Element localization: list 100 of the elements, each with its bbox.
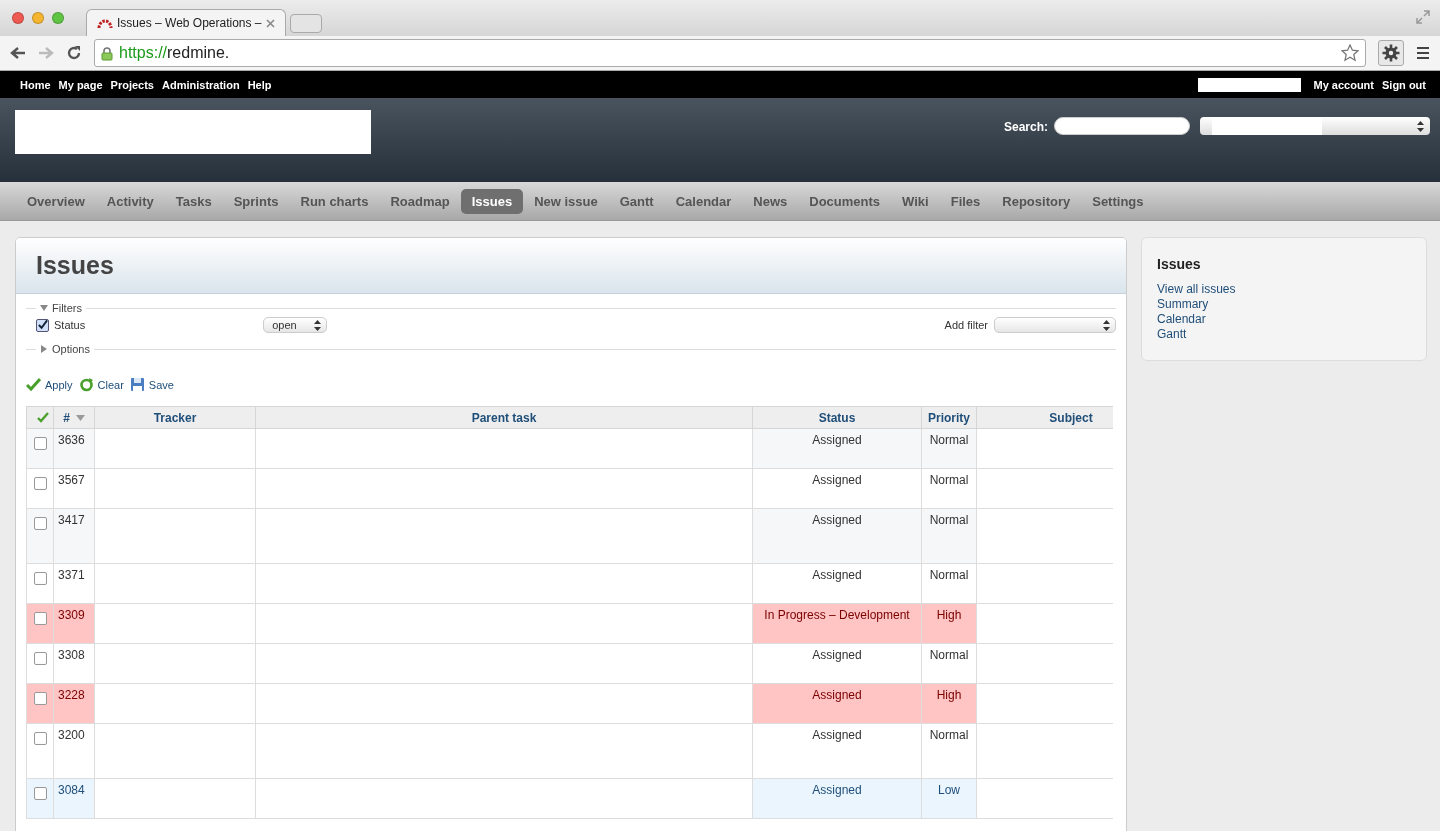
- priority-cell: High: [936, 608, 962, 622]
- back-icon[interactable]: [10, 46, 26, 60]
- priority-cell: Normal: [929, 728, 969, 742]
- check-icon: [26, 377, 41, 392]
- row-checkbox[interactable]: [33, 652, 47, 665]
- sidebar-link[interactable]: Gantt: [1157, 327, 1411, 342]
- row-checkbox[interactable]: [33, 612, 47, 625]
- page-title: Issues: [36, 251, 114, 280]
- menu-tab[interactable]: Settings: [1081, 188, 1155, 214]
- menu-tab[interactable]: Gantt: [608, 188, 665, 214]
- top-menu-link[interactable]: Projects: [110, 78, 154, 91]
- menu-tab[interactable]: Tasks: [164, 188, 223, 214]
- new-tab-button[interactable]: [290, 14, 322, 33]
- checkbox[interactable]: [36, 318, 49, 332]
- menu-tab[interactable]: Issues: [460, 188, 524, 214]
- menu-tab[interactable]: Roadmap: [379, 188, 461, 214]
- issue-id: 3636: [58, 433, 85, 447]
- add-filter-label: Add filter: [944, 319, 988, 331]
- column-header[interactable]: Subject: [976, 406, 1113, 429]
- triangle-down-icon: [40, 304, 48, 312]
- updown-arrows-icon: [1417, 120, 1424, 132]
- menu-tab[interactable]: News: [742, 188, 799, 214]
- column-header[interactable]: Priority: [921, 406, 977, 429]
- sidebar-link[interactable]: Summary: [1157, 297, 1411, 312]
- menu-tab[interactable]: Sprints: [222, 188, 290, 214]
- triangle-right-icon: [40, 345, 48, 353]
- sidebar-link[interactable]: Calendar: [1157, 312, 1411, 327]
- browser-tab[interactable]: Issues – Web Operations –: [86, 9, 286, 36]
- fullscreen-icon[interactable]: [1416, 10, 1430, 24]
- priority-cell: Normal: [929, 513, 969, 527]
- row-checkbox[interactable]: [33, 517, 47, 530]
- sidebar-title: Issues: [1157, 256, 1202, 272]
- menu-tab[interactable]: Files: [939, 188, 992, 214]
- status-cell: In Progress – Development: [764, 608, 910, 622]
- table-row[interactable]: 3200 Assigned Normal: [26, 723, 1113, 779]
- menu-tab[interactable]: New issue: [523, 188, 609, 214]
- table-row[interactable]: 3417 Assigned Normal: [26, 508, 1113, 564]
- issue-id: 3228: [58, 688, 85, 702]
- table-row[interactable]: 3636 Assigned Normal: [26, 428, 1113, 469]
- top-menu-link[interactable]: My page: [58, 78, 103, 91]
- settings-button[interactable]: [1378, 40, 1404, 66]
- action-link[interactable]: Apply: [26, 377, 73, 392]
- row-checkbox[interactable]: [33, 732, 47, 745]
- fieldset-legend[interactable]: Options: [36, 343, 94, 355]
- add-filter-select[interactable]: [994, 317, 1116, 333]
- menu-tab[interactable]: Activity: [95, 188, 165, 214]
- close-icon[interactable]: [265, 18, 275, 28]
- settings-icon: [1382, 44, 1400, 62]
- table-row[interactable]: 3084 Assigned Low: [26, 778, 1113, 819]
- status-cell: Assigned: [812, 688, 862, 702]
- window-control-button[interactable]: [32, 12, 44, 24]
- action-link[interactable]: Clear: [78, 377, 124, 392]
- star-icon[interactable]: [1341, 44, 1359, 62]
- filter-select[interactable]: open: [263, 317, 328, 333]
- issue-id: 3084: [58, 783, 85, 797]
- table-row[interactable]: 3371 Assigned Normal: [26, 563, 1113, 604]
- row-checkbox[interactable]: [33, 572, 47, 585]
- top-menu-link[interactable]: Sign out: [1382, 78, 1426, 91]
- action-link[interactable]: Save: [129, 377, 174, 392]
- address-bar[interactable]: https://redmine.: [94, 39, 1366, 67]
- top-menu-link[interactable]: My account: [1313, 78, 1374, 91]
- menu-tab[interactable]: Calendar: [664, 188, 743, 214]
- window-control-button[interactable]: [12, 12, 24, 24]
- menu-tab[interactable]: Documents: [798, 188, 892, 214]
- filter-label: Status: [54, 319, 86, 331]
- sidebar-link[interactable]: View all issues: [1157, 282, 1411, 297]
- column-header[interactable]: Tracker: [94, 406, 256, 429]
- status-cell: Assigned: [812, 513, 862, 527]
- row-checkbox[interactable]: [33, 787, 47, 800]
- priority-cell: Normal: [929, 568, 969, 582]
- menu-tab[interactable]: Repository: [991, 188, 1082, 214]
- search-label: Search:: [1003, 120, 1048, 134]
- menu-icon[interactable]: [1416, 46, 1430, 60]
- reload-icon[interactable]: [66, 45, 82, 61]
- row-checkbox[interactable]: [33, 692, 47, 705]
- table-row[interactable]: 3228 Assigned High: [26, 683, 1113, 724]
- select-all-header[interactable]: [26, 406, 54, 429]
- priority-cell: High: [936, 688, 962, 702]
- status-cell: Assigned: [812, 728, 862, 742]
- issue-id: 3200: [58, 728, 85, 742]
- menu-tab[interactable]: Overview: [16, 188, 96, 214]
- top-menu-link[interactable]: Administration: [162, 78, 240, 91]
- search-field[interactable]: [1054, 117, 1190, 135]
- status-cell: Assigned: [812, 648, 862, 662]
- column-header[interactable]: Parent task: [255, 406, 753, 429]
- refresh-icon: [78, 377, 94, 392]
- window-control-button[interactable]: [52, 12, 64, 24]
- top-menu-link[interactable]: Help: [247, 78, 272, 91]
- row-checkbox[interactable]: [33, 477, 47, 490]
- table-row[interactable]: 3308 Assigned Normal: [26, 643, 1113, 684]
- row-checkbox[interactable]: [33, 437, 47, 450]
- fieldset-legend[interactable]: Filters: [36, 302, 86, 314]
- menu-tab[interactable]: Wiki: [891, 188, 940, 214]
- column-header[interactable]: Status: [752, 406, 922, 429]
- table-row[interactable]: 3309 In Progress – Development High: [26, 603, 1113, 644]
- column-header[interactable]: #: [53, 406, 95, 429]
- menu-tab[interactable]: Run charts: [289, 188, 380, 214]
- top-menu-link[interactable]: Home: [20, 78, 51, 91]
- table-row[interactable]: 3567 Assigned Normal: [26, 468, 1113, 509]
- forward-icon[interactable]: [38, 46, 54, 60]
